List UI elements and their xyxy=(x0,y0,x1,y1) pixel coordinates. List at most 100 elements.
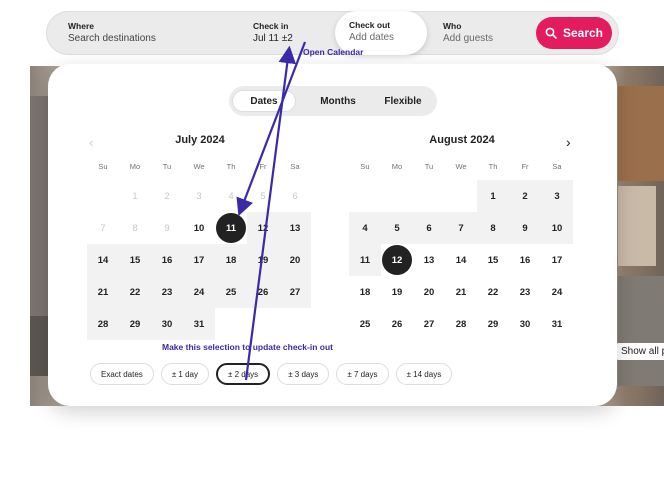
calendar-day[interactable]: 31 xyxy=(541,308,573,340)
calendar-day[interactable]: 11 xyxy=(349,244,381,276)
calendar-day[interactable]: 23 xyxy=(509,276,541,308)
chip-exact-dates[interactable]: Exact dates xyxy=(90,363,154,385)
month-title: July 2024 xyxy=(175,134,225,146)
calendar-day[interactable]: 30 xyxy=(151,308,183,340)
calendar-day[interactable]: 25 xyxy=(349,308,381,340)
weekday-label: We xyxy=(455,162,467,171)
chip-3-days[interactable]: ± 3 days xyxy=(277,363,330,385)
calendar-day[interactable]: 6 xyxy=(413,212,445,244)
calendar-day[interactable]: 5 xyxy=(381,212,413,244)
calendar-day[interactable]: 15 xyxy=(119,244,151,276)
check-in-value: Jul 11 ±2 xyxy=(253,33,293,44)
who-field[interactable]: Who Add guests xyxy=(443,12,493,54)
calendar-day[interactable]: 19 xyxy=(247,244,279,276)
calendar-day[interactable]: 8 xyxy=(477,212,509,244)
weekday-label: Su xyxy=(360,162,370,171)
calendar-day[interactable]: 16 xyxy=(509,244,541,276)
calendar-day[interactable]: 2 xyxy=(509,180,541,212)
calendar-day[interactable]: 20 xyxy=(279,244,311,276)
calendar-day[interactable]: 19 xyxy=(381,276,413,308)
calendar-day[interactable]: 21 xyxy=(87,276,119,308)
calendar-day[interactable]: 30 xyxy=(509,308,541,340)
calendar-day[interactable]: 22 xyxy=(119,276,151,308)
weekday-label: Tu xyxy=(162,162,172,171)
calendar-day[interactable]: 28 xyxy=(445,308,477,340)
calendar-day[interactable]: 31 xyxy=(183,308,215,340)
calendar-day[interactable]: 22 xyxy=(477,276,509,308)
calendar-day[interactable]: 15 xyxy=(477,244,509,276)
calendar-day[interactable]: 12 xyxy=(247,212,279,244)
calendar-day xyxy=(87,180,119,212)
calendar-day[interactable]: 4 xyxy=(349,212,381,244)
calendar-day[interactable]: 16 xyxy=(151,244,183,276)
calendar-day[interactable]: 27 xyxy=(279,276,311,308)
calendar-day[interactable]: 1 xyxy=(477,180,509,212)
where-field[interactable]: Where Search destinations xyxy=(68,12,156,54)
chip-14-days[interactable]: ± 14 days xyxy=(395,363,453,385)
calendar-day[interactable]: 27 xyxy=(413,308,445,340)
calendar-day[interactable]: 17 xyxy=(541,244,573,276)
calendar-day[interactable]: 10 xyxy=(183,212,215,244)
weekday-label: Mo xyxy=(129,162,141,171)
calendar-day[interactable]: 18 xyxy=(349,276,381,308)
calendar-day xyxy=(247,308,279,340)
calendar-day[interactable]: 17 xyxy=(183,244,215,276)
calendar-day[interactable]: 14 xyxy=(87,244,119,276)
calendar-day[interactable]: 23 xyxy=(151,276,183,308)
calendar-day-selected[interactable]: 12 xyxy=(381,244,413,276)
calendar-day[interactable]: 13 xyxy=(279,212,311,244)
search-button-label: Search xyxy=(562,26,604,40)
show-all-photos-button[interactable]: Show all photos xyxy=(615,343,664,360)
calendar-day[interactable]: 13 xyxy=(413,244,445,276)
calendar-day xyxy=(381,180,413,212)
who-value: Add guests xyxy=(443,33,494,44)
calendar-day[interactable]: 9 xyxy=(509,212,541,244)
calendar-day[interactable]: 10 xyxy=(541,212,573,244)
calendar-day xyxy=(445,180,477,212)
calendar-day: 3 xyxy=(196,190,202,202)
chip-7-days[interactable]: ± 7 days xyxy=(336,363,389,385)
photo-right-kitchen xyxy=(618,276,664,386)
calendar-day xyxy=(413,180,445,212)
selected-day-label: 12 xyxy=(391,254,403,266)
tab-dates[interactable]: Dates xyxy=(232,90,296,112)
calendar-day: 1 xyxy=(132,190,138,202)
calendar-day[interactable]: 3 xyxy=(541,180,573,212)
calendar-day xyxy=(349,180,381,212)
calendar-day[interactable]: 29 xyxy=(477,308,509,340)
calendar-day-selected[interactable]: 11 xyxy=(215,212,247,244)
chip-2-days[interactable]: ± 2 days xyxy=(216,363,271,385)
photo-right-cabinet xyxy=(618,86,664,181)
check-out-value: Add dates xyxy=(349,32,395,43)
weekday-label: Sa xyxy=(290,162,300,171)
check-in-label: Check in xyxy=(253,21,289,31)
tab-flexible[interactable]: Flexible xyxy=(373,90,433,112)
calendar-day: 7 xyxy=(100,222,106,234)
calendar-day: 8 xyxy=(132,222,138,234)
calendar-day[interactable]: 24 xyxy=(541,276,573,308)
date-mode-toggle: Dates Months Flexible xyxy=(229,86,437,116)
calendar-day[interactable]: 7 xyxy=(445,212,477,244)
calendar-day xyxy=(215,308,247,340)
calendar-day[interactable]: 29 xyxy=(119,308,151,340)
where-label: Where xyxy=(68,21,94,31)
calendar-day[interactable]: 18 xyxy=(215,244,247,276)
calendar-day[interactable]: 28 xyxy=(87,308,119,340)
weekday-label: Th xyxy=(488,162,498,171)
search-button[interactable]: Search xyxy=(536,17,612,49)
check-in-field[interactable]: Check in Jul 11 ±2 xyxy=(253,12,293,54)
calendar-day[interactable]: 24 xyxy=(183,276,215,308)
calendar-day[interactable]: 14 xyxy=(445,244,477,276)
chip-1-day[interactable]: ± 1 day xyxy=(160,363,209,385)
search-icon xyxy=(545,27,557,39)
calendar-day[interactable]: 25 xyxy=(215,276,247,308)
who-label: Who xyxy=(443,21,462,31)
month-august: August 2024 Su Mo Tu We Th Fr Sa 1 2 3 4… xyxy=(349,134,575,340)
calendar-day[interactable]: 20 xyxy=(413,276,445,308)
calendar-day: 2 xyxy=(164,190,170,202)
tab-months[interactable]: Months xyxy=(307,90,369,112)
calendar-day[interactable]: 26 xyxy=(247,276,279,308)
flexibility-chips: Exact dates ± 1 day ± 2 days ± 3 days ± … xyxy=(90,363,453,385)
calendar-day[interactable]: 21 xyxy=(445,276,477,308)
calendar-day[interactable]: 26 xyxy=(381,308,413,340)
